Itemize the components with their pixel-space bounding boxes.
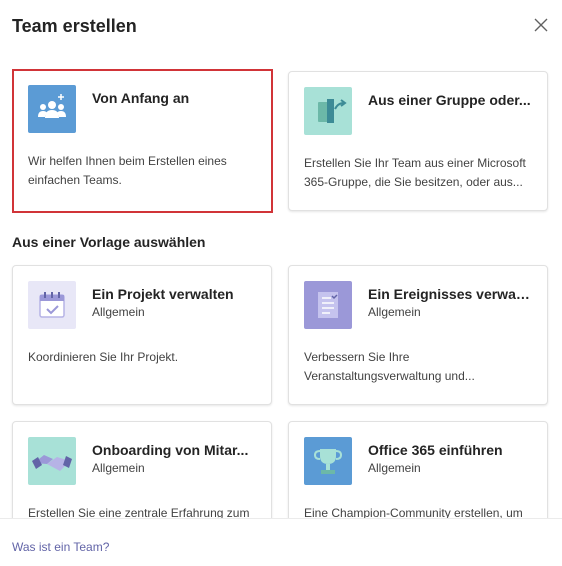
card-description: Verbessern Sie Ihre Veranstaltungsverwal…: [304, 350, 475, 383]
card-title: Von Anfang an: [92, 90, 190, 106]
template-card-event[interactable]: Ein Ereignisses verwalt... Allgemein Ver…: [288, 265, 548, 405]
create-from-scratch-card[interactable]: Von Anfang an Wir helfen Ihnen beim Erst…: [12, 69, 273, 213]
create-from-group-card[interactable]: Aus einer Gruppe oder... Erstellen Sie I…: [288, 71, 548, 211]
card-description: Wir helfen Ihnen beim Erstellen eines ei…: [28, 154, 227, 187]
template-section-heading: Aus einer Vorlage auswählen: [12, 234, 206, 250]
card-description: Erstellen Sie Ihr Team aus einer Microso…: [304, 156, 526, 189]
close-icon[interactable]: [531, 15, 551, 35]
trophy-icon: [304, 437, 352, 485]
card-title: Ein Ereignisses verwalt...: [368, 286, 533, 302]
card-title: Office 365 einführen: [368, 442, 503, 458]
calendar-check-icon: [28, 281, 76, 329]
card-title: Ein Projekt verwalten: [92, 286, 234, 302]
template-card-project[interactable]: Ein Projekt verwalten Allgemein Koordini…: [12, 265, 272, 405]
checklist-icon: [304, 281, 352, 329]
card-category: Allgemein: [368, 461, 421, 475]
card-title: Onboarding von Mitar...: [92, 442, 249, 458]
handshake-icon: [28, 437, 76, 485]
what-is-a-team-link[interactable]: Was ist ein Team?: [12, 540, 109, 554]
card-description: Koordinieren Sie Ihr Projekt.: [28, 350, 179, 364]
card-category: Allgemein: [368, 305, 421, 319]
card-title: Aus einer Gruppe oder...: [368, 92, 531, 108]
dialog-title: Team erstellen: [12, 16, 137, 36]
card-category: Allgemein: [92, 461, 145, 475]
team-people-icon: [28, 85, 76, 133]
card-category: Allgemein: [92, 305, 145, 319]
group-share-icon: [304, 87, 352, 135]
